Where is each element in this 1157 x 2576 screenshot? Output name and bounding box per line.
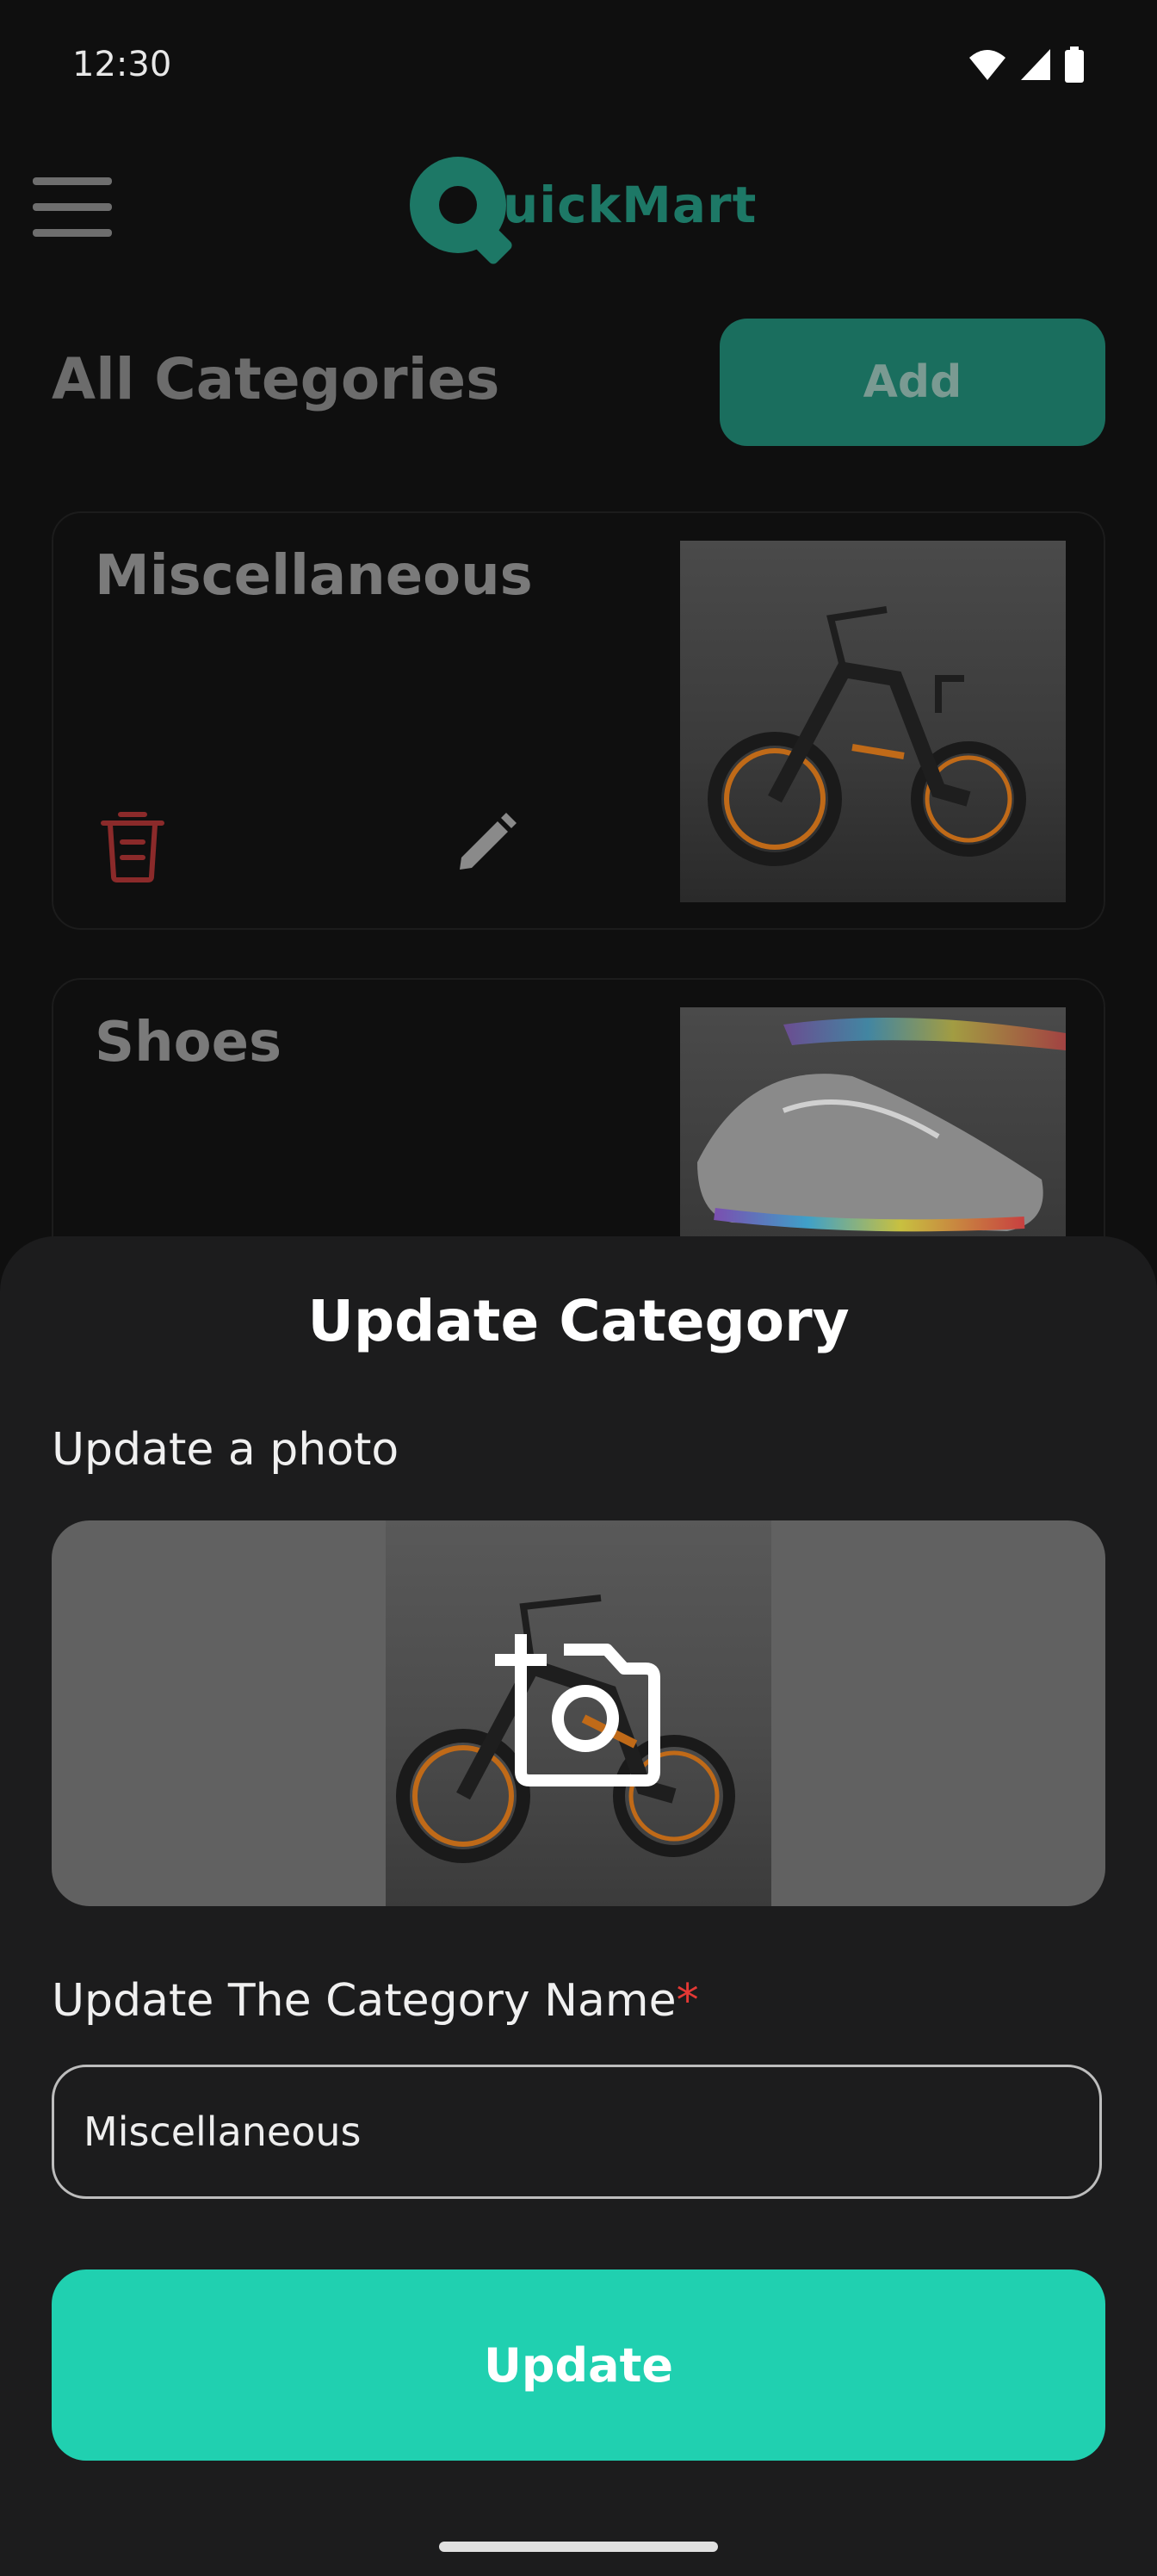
app-logo: uickMart [410, 153, 757, 257]
page-title: All Categories [52, 346, 500, 412]
category-photo [680, 541, 1066, 902]
signal-icon [1021, 49, 1050, 80]
required-mark: * [676, 1975, 699, 2027]
wifi-icon [969, 50, 1005, 80]
home-indicator[interactable] [439, 2542, 718, 2552]
status-icons [968, 46, 1085, 83]
category-name-label-text: Update The Category Name [52, 1975, 677, 2027]
category-name-input[interactable]: Miscellaneous [52, 2065, 1102, 2199]
add-category-button[interactable]: Add [720, 319, 1105, 446]
category-name: Miscellaneous [95, 544, 533, 608]
battery-icon [1065, 46, 1084, 83]
logo-mark-icon [410, 157, 506, 253]
bicycle-photo [708, 606, 1026, 866]
update-category-sheet: Update Category Update a photo Update Th… [0, 1236, 1157, 2576]
pencil-icon[interactable] [451, 809, 520, 878]
status-bar: 12:30 [0, 0, 1157, 129]
category-name-value: Miscellaneous [84, 2108, 362, 2155]
status-time: 12:30 [72, 45, 172, 84]
add-photo-icon[interactable] [495, 1634, 667, 1789]
update-button[interactable]: Update [52, 2269, 1105, 2461]
trash-icon[interactable] [98, 808, 167, 883]
category-card[interactable]: Miscellaneous [52, 511, 1105, 930]
app-header: uickMart [0, 129, 1157, 284]
photo-picker[interactable] [52, 1520, 1105, 1906]
category-name-label: Update The Category Name* [52, 1975, 699, 2027]
hamburger-menu-icon[interactable] [33, 177, 112, 239]
sheet-title: Update Category [307, 1288, 850, 1354]
category-name: Shoes [95, 1011, 282, 1074]
photo-label: Update a photo [52, 1424, 399, 1476]
logo-text: uickMart [503, 176, 758, 234]
